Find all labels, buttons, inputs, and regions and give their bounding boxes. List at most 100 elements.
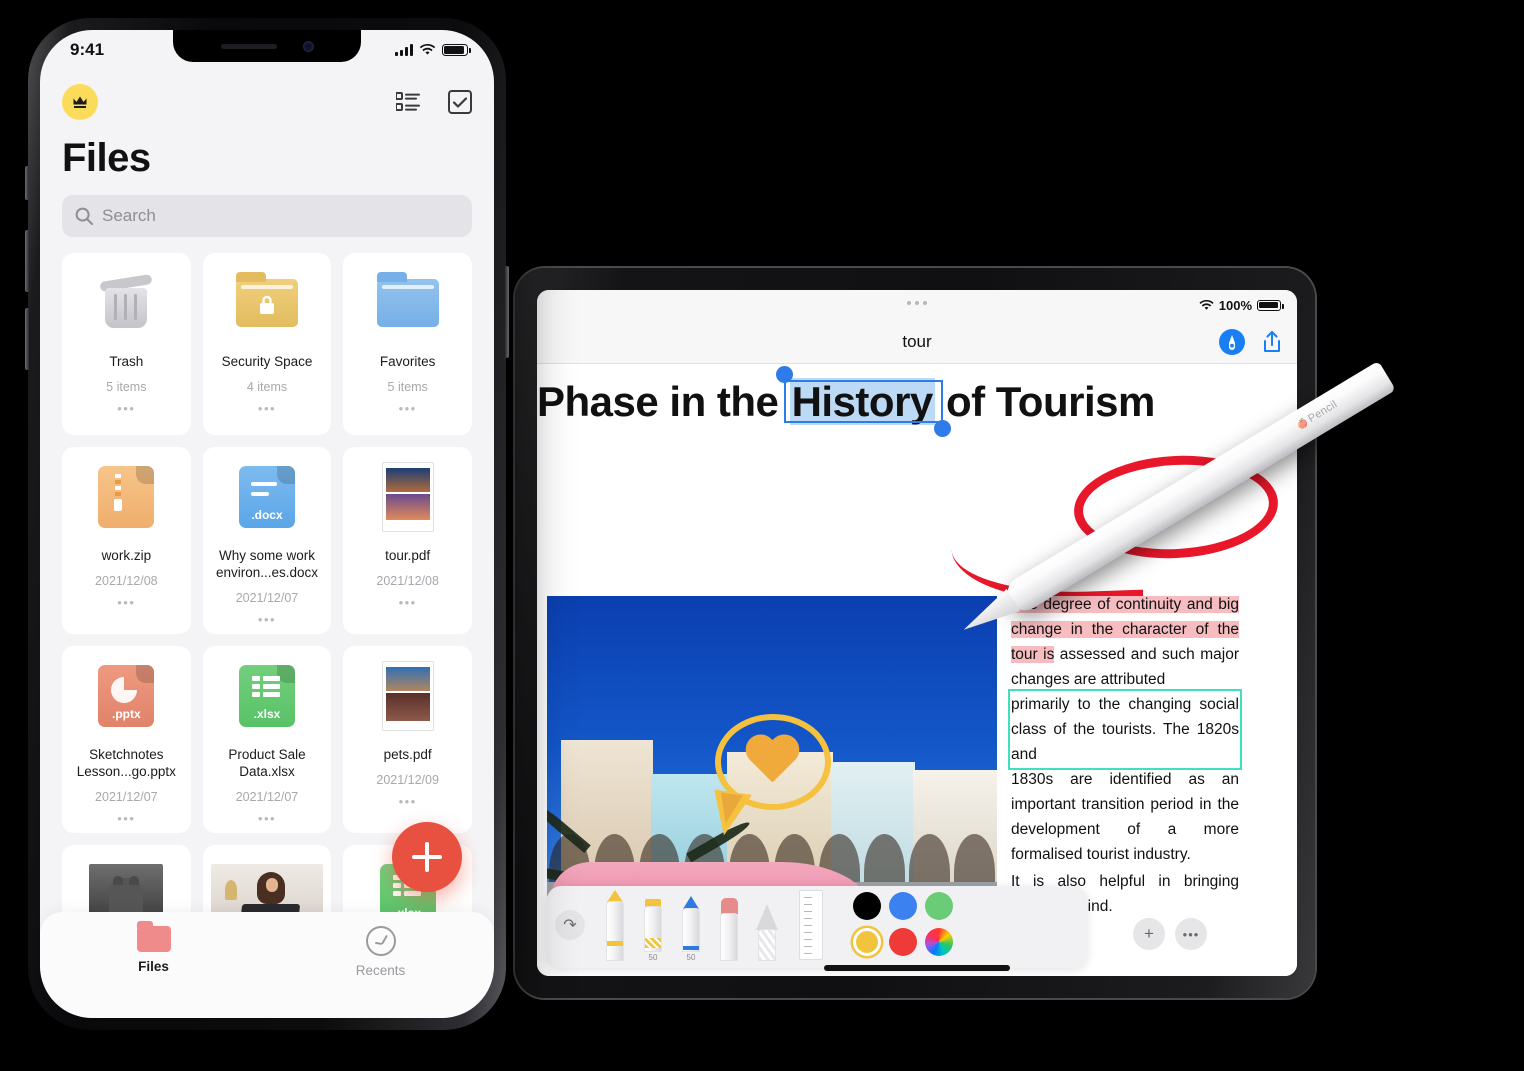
more-options-icon[interactable]: ••• bbox=[399, 596, 417, 609]
file-badge: .docx bbox=[251, 508, 283, 522]
list-item[interactable]: .xlsx Product Sale Data.xlsx 2021/12/07 … bbox=[202, 646, 332, 833]
tablet-device: 100% tour Phase in the History of Touris… bbox=[515, 268, 1315, 998]
highlighter-tool-size: 50 bbox=[648, 953, 658, 962]
file-meta: 2021/12/09 bbox=[376, 773, 439, 787]
pen-tool[interactable] bbox=[597, 890, 633, 962]
red-swatch[interactable] bbox=[889, 928, 917, 956]
trash-icon bbox=[99, 267, 153, 339]
more-options-icon[interactable]: ••• bbox=[399, 402, 417, 415]
more-options-icon[interactable]: ••• bbox=[399, 795, 417, 808]
list-item[interactable] bbox=[202, 845, 332, 912]
selection-left-bar bbox=[783, 380, 786, 424]
pencil-tool[interactable] bbox=[749, 904, 785, 962]
file-name: Favorites bbox=[379, 354, 436, 369]
list-item[interactable]: .docx Why some work environ...es.docx 20… bbox=[202, 447, 332, 634]
phone-status-bar: 9:41 bbox=[40, 30, 494, 70]
color-swatches[interactable] bbox=[853, 892, 953, 956]
list-item[interactable]: Trash 5 items ••• bbox=[62, 253, 191, 435]
file-meta: 4 items bbox=[246, 380, 288, 394]
add-tool-button[interactable]: + bbox=[1133, 918, 1165, 950]
markup-tool-palette[interactable]: ↷ 50 50 + ••• bbox=[547, 886, 1207, 968]
battery-icon bbox=[442, 44, 471, 56]
black-swatch[interactable] bbox=[853, 892, 881, 920]
page-title: Files bbox=[62, 136, 151, 180]
file-name: Sketchnotes Lesson...go.pptx bbox=[76, 747, 176, 779]
blue-swatch[interactable] bbox=[889, 892, 917, 920]
folder-icon bbox=[376, 267, 439, 339]
file-name: pets.pdf bbox=[383, 747, 432, 762]
checkbox-select-icon[interactable] bbox=[448, 90, 472, 114]
tab-files[interactable]: Files bbox=[40, 921, 267, 974]
bottom-tab-bar: Files Recents bbox=[40, 912, 494, 1018]
recents-clock-icon bbox=[365, 926, 396, 956]
list-item[interactable]: work.zip 2021/12/08 ••• bbox=[62, 447, 191, 634]
heading-text-before: Phase in the bbox=[537, 378, 790, 425]
redo-icon[interactable]: ↷ bbox=[555, 910, 585, 940]
selected-word-wrapper[interactable]: History bbox=[775, 366, 951, 438]
marker-tool[interactable]: 50 bbox=[673, 896, 709, 962]
file-name: Trash bbox=[109, 354, 144, 369]
list-item[interactable]: tour.pdf 2021/12/08 ••• bbox=[343, 447, 472, 634]
yellow-heart-annotation bbox=[743, 736, 801, 790]
more-options-icon[interactable]: ••• bbox=[258, 613, 276, 626]
search-input[interactable]: Search bbox=[62, 195, 472, 237]
heading-selected-word: History bbox=[789, 378, 935, 425]
speech-bubble-tail bbox=[708, 789, 752, 839]
document-title: tour bbox=[902, 331, 932, 351]
list-item[interactable]: Security Space 4 items ••• bbox=[202, 253, 332, 435]
document-canvas[interactable]: Phase in the History of Tourism The degr… bbox=[537, 364, 1297, 976]
file-meta: 2021/12/08 bbox=[95, 574, 158, 588]
wifi-icon bbox=[1199, 299, 1214, 310]
list-view-icon[interactable] bbox=[396, 92, 420, 112]
files-grid-scroll[interactable]: Trash 5 items ••• Security Space 4 items… bbox=[40, 237, 494, 912]
list-item[interactable]: Favorites 5 items ••• bbox=[343, 253, 472, 435]
more-options-icon[interactable]: ••• bbox=[117, 596, 135, 609]
header-row bbox=[62, 84, 472, 120]
selection-handle-start[interactable] bbox=[775, 366, 793, 383]
cat-photo-thumbnail bbox=[89, 859, 164, 912]
file-meta: 2021/12/07 bbox=[235, 790, 299, 804]
share-icon[interactable] bbox=[1261, 330, 1283, 354]
more-options-icon[interactable]: ••• bbox=[117, 812, 135, 825]
heading-text-after: of Tourism bbox=[934, 378, 1155, 425]
markup-pen-icon[interactable] bbox=[1219, 328, 1245, 355]
tab-label: Recents bbox=[355, 963, 406, 978]
pdf-preview-icon bbox=[381, 660, 434, 732]
docx-file-icon: .docx bbox=[238, 461, 295, 533]
ruler-tool[interactable] bbox=[793, 890, 829, 962]
file-meta: 5 items bbox=[387, 380, 428, 394]
paragraph-body: The degree of continuity and big change … bbox=[1008, 592, 1242, 867]
selection-right-bar bbox=[940, 380, 943, 424]
tablet-status-right: 100% bbox=[1199, 298, 1284, 313]
list-item[interactable]: .pptx Sketchnotes Lesson...go.pptx 2021/… bbox=[62, 646, 191, 833]
volume-down-button[interactable] bbox=[25, 308, 29, 370]
power-button[interactable] bbox=[505, 266, 509, 358]
zip-file-icon bbox=[98, 461, 155, 533]
list-item[interactable] bbox=[62, 845, 191, 912]
ruler-icon bbox=[799, 890, 823, 960]
file-meta: 5 items bbox=[106, 380, 147, 394]
tab-recents[interactable]: Recents bbox=[267, 926, 494, 978]
add-file-button[interactable] bbox=[392, 822, 462, 892]
list-item[interactable]: pets.pdf 2021/12/09 ••• bbox=[343, 646, 472, 833]
xlsx-file-icon: .xlsx bbox=[238, 660, 295, 732]
crown-badge-icon[interactable] bbox=[62, 84, 98, 120]
palette-more-button[interactable]: ••• bbox=[1175, 918, 1207, 950]
selection-handle-end[interactable] bbox=[933, 420, 951, 438]
file-badge: .pptx bbox=[111, 707, 141, 721]
multitasking-handle-icon[interactable] bbox=[907, 301, 927, 305]
phone-header: Files Search bbox=[40, 70, 494, 237]
navbar-actions bbox=[1219, 328, 1283, 355]
more-options-icon[interactable]: ••• bbox=[117, 402, 135, 415]
search-icon bbox=[75, 207, 93, 225]
document-text-column: The degree of continuity and big change … bbox=[1008, 592, 1242, 919]
tablet-home-indicator[interactable] bbox=[824, 965, 1010, 971]
eraser-tool[interactable] bbox=[711, 898, 747, 962]
more-options-icon[interactable]: ••• bbox=[258, 402, 276, 415]
yellow-swatch[interactable] bbox=[853, 928, 881, 956]
phone-screen: 9:41 Files Search Trash 5 items ••• Secu… bbox=[40, 30, 494, 1018]
more-options-icon[interactable]: ••• bbox=[258, 812, 276, 825]
green-swatch[interactable] bbox=[925, 892, 953, 920]
rainbow-swatch[interactable] bbox=[925, 928, 953, 956]
highlighter-tool[interactable]: 50 bbox=[635, 899, 671, 962]
